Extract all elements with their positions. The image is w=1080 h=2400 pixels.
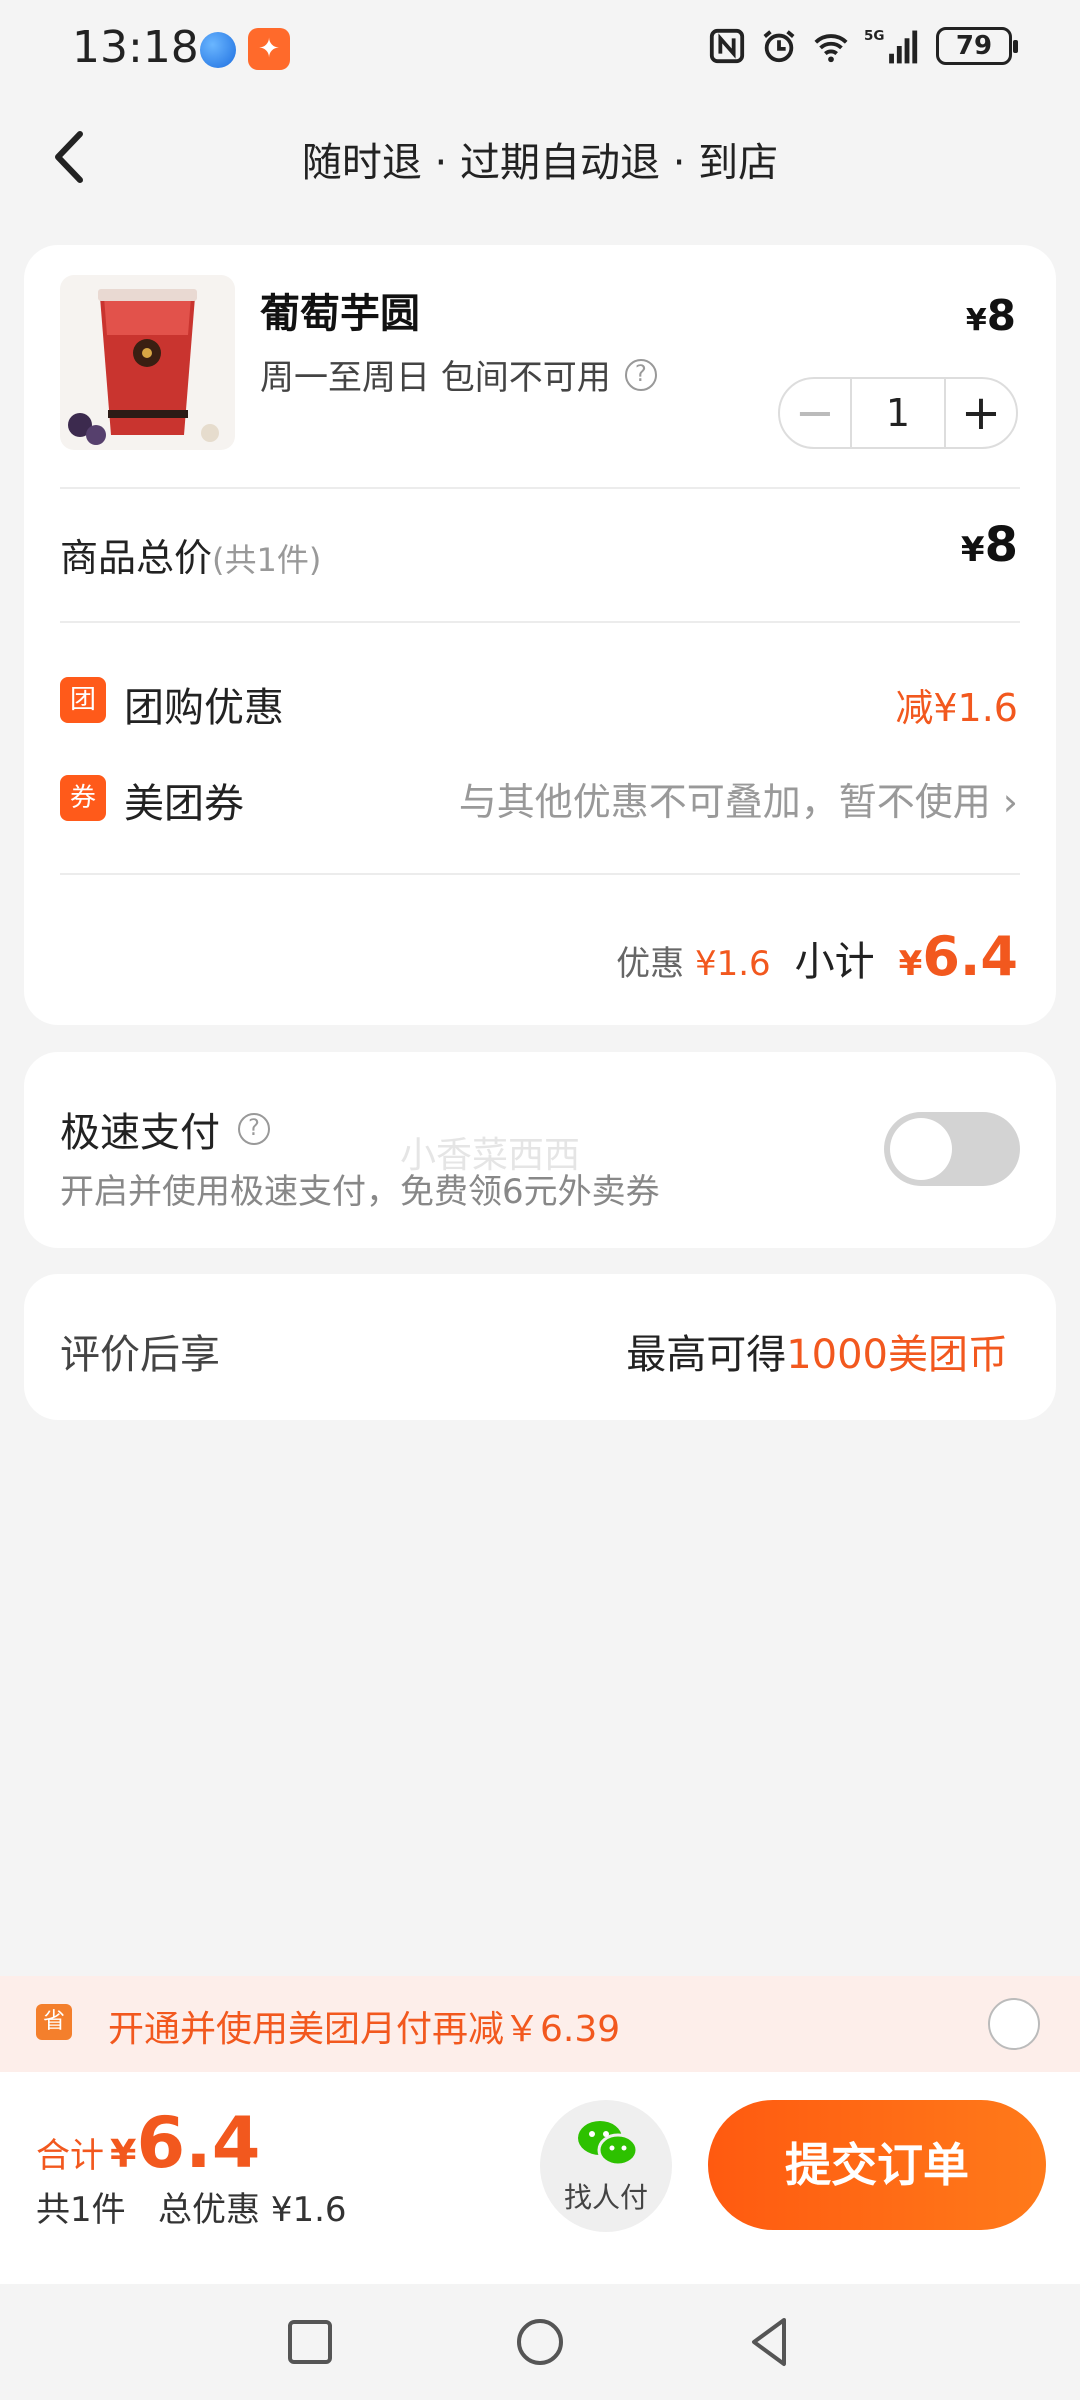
- coupon-badge: 券: [60, 775, 106, 821]
- subtotal-row: 优惠 ¥1.6 小计 ¥6.4: [616, 925, 1018, 988]
- promo-radio[interactable]: [988, 1998, 1040, 2050]
- product-currency: ¥: [965, 303, 987, 338]
- review-reward-card[interactable]: 评价后享 最高可得1000美团币: [24, 1274, 1056, 1420]
- order-card: 葡萄芋圆 周一至周日 包间不可用 ? ¥8 − 1 + 商品总价(共1件) ¥8…: [24, 245, 1056, 1025]
- total-label: 商品总价: [60, 536, 213, 580]
- alarm-icon: [763, 30, 795, 63]
- product-description: 周一至周日 包间不可用 ?: [260, 350, 657, 399]
- subtotal-discount-label: 优惠: [616, 944, 685, 984]
- quantity-value[interactable]: 1: [850, 379, 946, 447]
- review-highlight: 1000美团币: [786, 1332, 1008, 1378]
- submit-order-button[interactable]: 提交订单: [708, 2100, 1046, 2230]
- status-time: 13:18: [72, 22, 199, 73]
- fast-pay-toggle[interactable]: [884, 1112, 1020, 1186]
- nfc-icon: [709, 28, 745, 64]
- promo-text: 开通并使用美团月付再减￥6.39: [108, 2009, 621, 2050]
- subtotal-discount-value: ¥1.6: [694, 944, 771, 984]
- review-label: 评价后享: [60, 1332, 220, 1378]
- review-prefix: 最高可得: [626, 1332, 787, 1378]
- group-buy-badge: 团: [60, 677, 106, 723]
- subtotal-label: 小计: [794, 939, 875, 985]
- total-price: ¥8: [961, 517, 1018, 573]
- recent-apps-icon[interactable]: [280, 2312, 340, 2372]
- friend-pay-label: 找人付: [563, 2181, 648, 2214]
- page-title: 随时退 · 过期自动退 · 到店: [301, 140, 779, 186]
- total-sum: 合计 ¥ 6.4: [36, 2102, 260, 2184]
- group-buy-value: 减¥1.6: [895, 686, 1018, 730]
- browser-app-icon: [200, 32, 236, 68]
- coupon-select-row[interactable]: 与其他优惠不可叠加，暂不使用 ›: [459, 771, 1018, 826]
- item-count-note: (共1件): [212, 541, 322, 579]
- product-name: 葡萄芋圆: [260, 291, 420, 337]
- save-icon: 省: [36, 2004, 72, 2040]
- group-buy-label: 团购优惠: [124, 685, 284, 731]
- divider: [60, 487, 1020, 489]
- subtotal-amount: 6.4: [922, 925, 1018, 988]
- total-currency: ¥: [960, 530, 985, 570]
- home-icon[interactable]: [510, 2312, 570, 2372]
- checkout-bar: 合计 ¥ 6.4 共1件 总优惠 ¥1.6 找人付 提交订单: [0, 2072, 1080, 2284]
- wechat-icon: [578, 2121, 639, 2167]
- quantity-stepper: − 1 +: [778, 377, 1018, 449]
- fast-pay-label: 极速支付: [60, 1110, 220, 1156]
- review-reward: 最高可得1000美团币: [626, 1322, 1008, 1380]
- product-desc-text: 周一至周日 包间不可用: [260, 358, 611, 398]
- divider: [60, 621, 1020, 623]
- sum-value: 6.4: [136, 2102, 261, 2184]
- subtotal-discount: 优惠 ¥1.6: [616, 936, 771, 985]
- fast-pay-title: 极速支付 ?: [60, 1100, 270, 1158]
- help-icon[interactable]: ?: [238, 1113, 270, 1145]
- coupon-label: 美团券: [124, 781, 244, 827]
- plus-button[interactable]: +: [946, 379, 1016, 447]
- status-bar: 13:18 ✦ 5G 79: [0, 0, 1080, 100]
- watermark: 小香菜西西: [400, 1135, 581, 1176]
- help-icon[interactable]: ?: [624, 358, 657, 391]
- product-price: ¥8: [966, 291, 1016, 340]
- wifi-icon: [814, 34, 848, 63]
- battery-indicator: 79: [936, 27, 1018, 65]
- sum-label: 合计: [36, 2136, 104, 2176]
- total-price-value: 8: [984, 517, 1018, 573]
- system-nav-bar: [0, 2284, 1080, 2400]
- subtotal-value: ¥6.4: [899, 925, 1018, 988]
- app-notification-icon: ✦: [248, 28, 290, 70]
- product-price-value: 8: [986, 291, 1016, 340]
- signal-icon: 5G: [864, 28, 918, 64]
- back-nav-icon[interactable]: [740, 2312, 800, 2372]
- sum-currency: ¥: [110, 2132, 137, 2176]
- monthly-pay-promo[interactable]: 省 开通并使用美团月付再减￥6.39: [0, 1976, 1080, 2072]
- chevron-right-icon: ›: [1002, 780, 1018, 824]
- product-image[interactable]: [60, 275, 235, 450]
- minus-button[interactable]: −: [780, 379, 850, 447]
- network-label: 5G: [864, 28, 885, 44]
- header: 随时退 · 过期自动退 · 到店: [0, 100, 1080, 215]
- divider: [60, 873, 1020, 875]
- sum-subtext: 共1件 总优惠 ¥1.6: [36, 2190, 347, 2230]
- toggle-knob: [890, 1118, 952, 1180]
- subtotal-currency: ¥: [898, 944, 923, 984]
- coupon-status: 与其他优惠不可叠加，暂不使用: [458, 780, 991, 824]
- total-label-row: 商品总价(共1件): [60, 527, 321, 582]
- friend-pay-button[interactable]: 找人付: [540, 2100, 672, 2232]
